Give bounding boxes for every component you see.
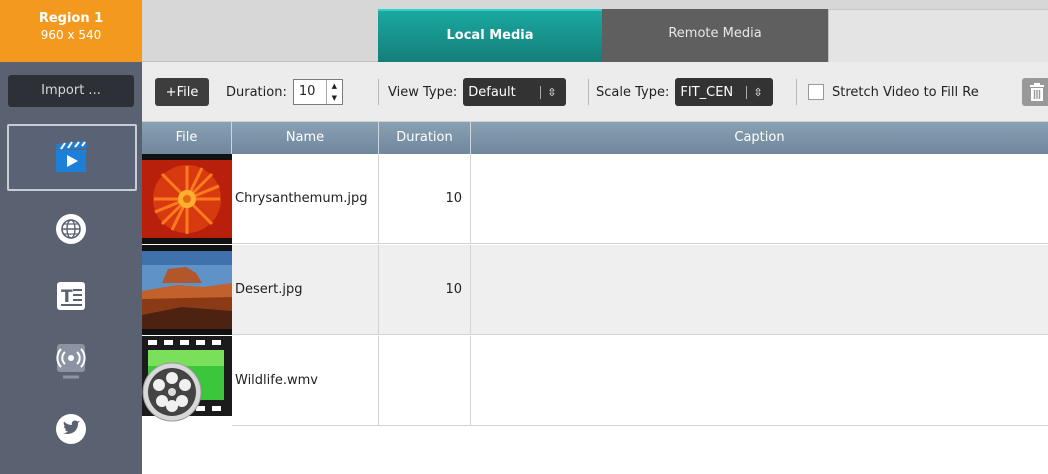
scale-type-group: Scale Type: FIT_CEN ⇳ xyxy=(596,78,774,106)
duration-value[interactable]: 10 xyxy=(294,80,326,104)
twitter-icon xyxy=(56,414,86,444)
column-header-duration[interactable]: Duration xyxy=(379,122,471,154)
text-icon: T xyxy=(57,282,85,310)
media-thumbnail xyxy=(142,336,232,426)
view-type-select[interactable]: Default ⇳ xyxy=(463,78,567,106)
media-tab-bar: Local Media Remote Media xyxy=(142,0,1048,62)
video-playlist-icon xyxy=(56,140,87,172)
scale-type-label: Scale Type: xyxy=(596,84,670,100)
toolbar-divider xyxy=(796,79,797,105)
media-toolbar: +File Duration: 10 ▲ ▼ View Type: Defaul… xyxy=(142,62,1048,122)
stepper-up-icon[interactable]: ▲ xyxy=(327,80,342,92)
view-type-label: View Type: xyxy=(388,84,458,100)
trash-icon xyxy=(1030,83,1044,101)
media-caption[interactable] xyxy=(471,336,1048,426)
tab-bar-filler xyxy=(828,9,1048,62)
table-row[interactable]: Chrysanthemum.jpg 10 xyxy=(142,154,1048,244)
sidebar-item-twitter[interactable] xyxy=(0,396,142,462)
tab-remote-media[interactable]: Remote Media xyxy=(602,9,828,62)
sidebar-item-text[interactable]: T xyxy=(0,263,142,329)
media-table-header: File Name Duration Caption xyxy=(142,122,1048,154)
column-header-name[interactable]: Name xyxy=(232,122,379,154)
stretch-video-checkbox[interactable] xyxy=(808,84,824,100)
add-file-button[interactable]: +File xyxy=(155,78,209,106)
globe-icon xyxy=(56,214,86,244)
duration-stepper[interactable]: 10 ▲ ▼ xyxy=(292,79,343,105)
media-name: Chrysanthemum.jpg xyxy=(232,154,379,244)
tab-local-media[interactable]: Local Media xyxy=(378,9,602,62)
chrysanthemum-thumbnail xyxy=(142,154,232,244)
media-caption[interactable] xyxy=(471,245,1048,335)
import-button[interactable]: Import ... xyxy=(8,75,134,107)
region-size: 960 x 540 xyxy=(40,28,102,42)
column-header-file[interactable]: File xyxy=(142,122,232,154)
duration-stepper-arrows[interactable]: ▲ ▼ xyxy=(325,80,342,104)
view-type-value: Default xyxy=(468,84,516,100)
toolbar-divider xyxy=(588,79,589,105)
media-name: Wildlife.wmv xyxy=(232,336,379,426)
sidebar-item-web[interactable] xyxy=(0,196,142,262)
media-duration[interactable]: 10 xyxy=(379,154,471,244)
table-row[interactable]: Desert.jpg 10 xyxy=(142,245,1048,335)
sidebar-item-broadcast[interactable] xyxy=(0,328,142,394)
media-editor-window: Region 1 960 x 540 Import ... T Local Me… xyxy=(0,0,1048,474)
media-duration[interactable] xyxy=(379,336,471,426)
broadcast-icon xyxy=(56,344,86,379)
video-file-icon xyxy=(142,336,232,426)
table-row[interactable]: Wildlife.wmv xyxy=(142,336,1048,426)
select-arrows-icon: ⇳ xyxy=(540,85,562,99)
scale-type-value: FIT_CEN xyxy=(680,84,734,100)
duration-group: Duration: 10 ▲ ▼ xyxy=(226,78,343,106)
sidebar: Region 1 960 x 540 Import ... T xyxy=(0,0,142,474)
toolbar-divider xyxy=(378,79,379,105)
media-thumbnail xyxy=(142,245,232,335)
region-panel[interactable]: Region 1 960 x 540 xyxy=(0,0,142,62)
select-arrows-icon: ⇳ xyxy=(746,85,768,99)
media-caption[interactable] xyxy=(471,154,1048,244)
delete-button[interactable] xyxy=(1022,78,1048,106)
media-duration[interactable]: 10 xyxy=(379,245,471,335)
view-type-group: View Type: Default ⇳ xyxy=(388,78,567,106)
sidebar-item-video-playlist[interactable] xyxy=(7,124,137,191)
column-header-caption[interactable]: Caption xyxy=(471,122,1048,154)
scale-type-select[interactable]: FIT_CEN ⇳ xyxy=(675,78,774,106)
region-title: Region 1 xyxy=(38,11,104,26)
stretch-video-label: Stretch Video to Fill Re xyxy=(832,84,979,100)
duration-label: Duration: xyxy=(226,84,287,100)
media-thumbnail xyxy=(142,154,232,244)
media-name: Desert.jpg xyxy=(232,245,379,335)
desert-thumbnail xyxy=(142,245,232,335)
stepper-down-icon[interactable]: ▼ xyxy=(327,92,342,104)
stretch-video-group[interactable]: Stretch Video to Fill Re xyxy=(808,78,1004,106)
